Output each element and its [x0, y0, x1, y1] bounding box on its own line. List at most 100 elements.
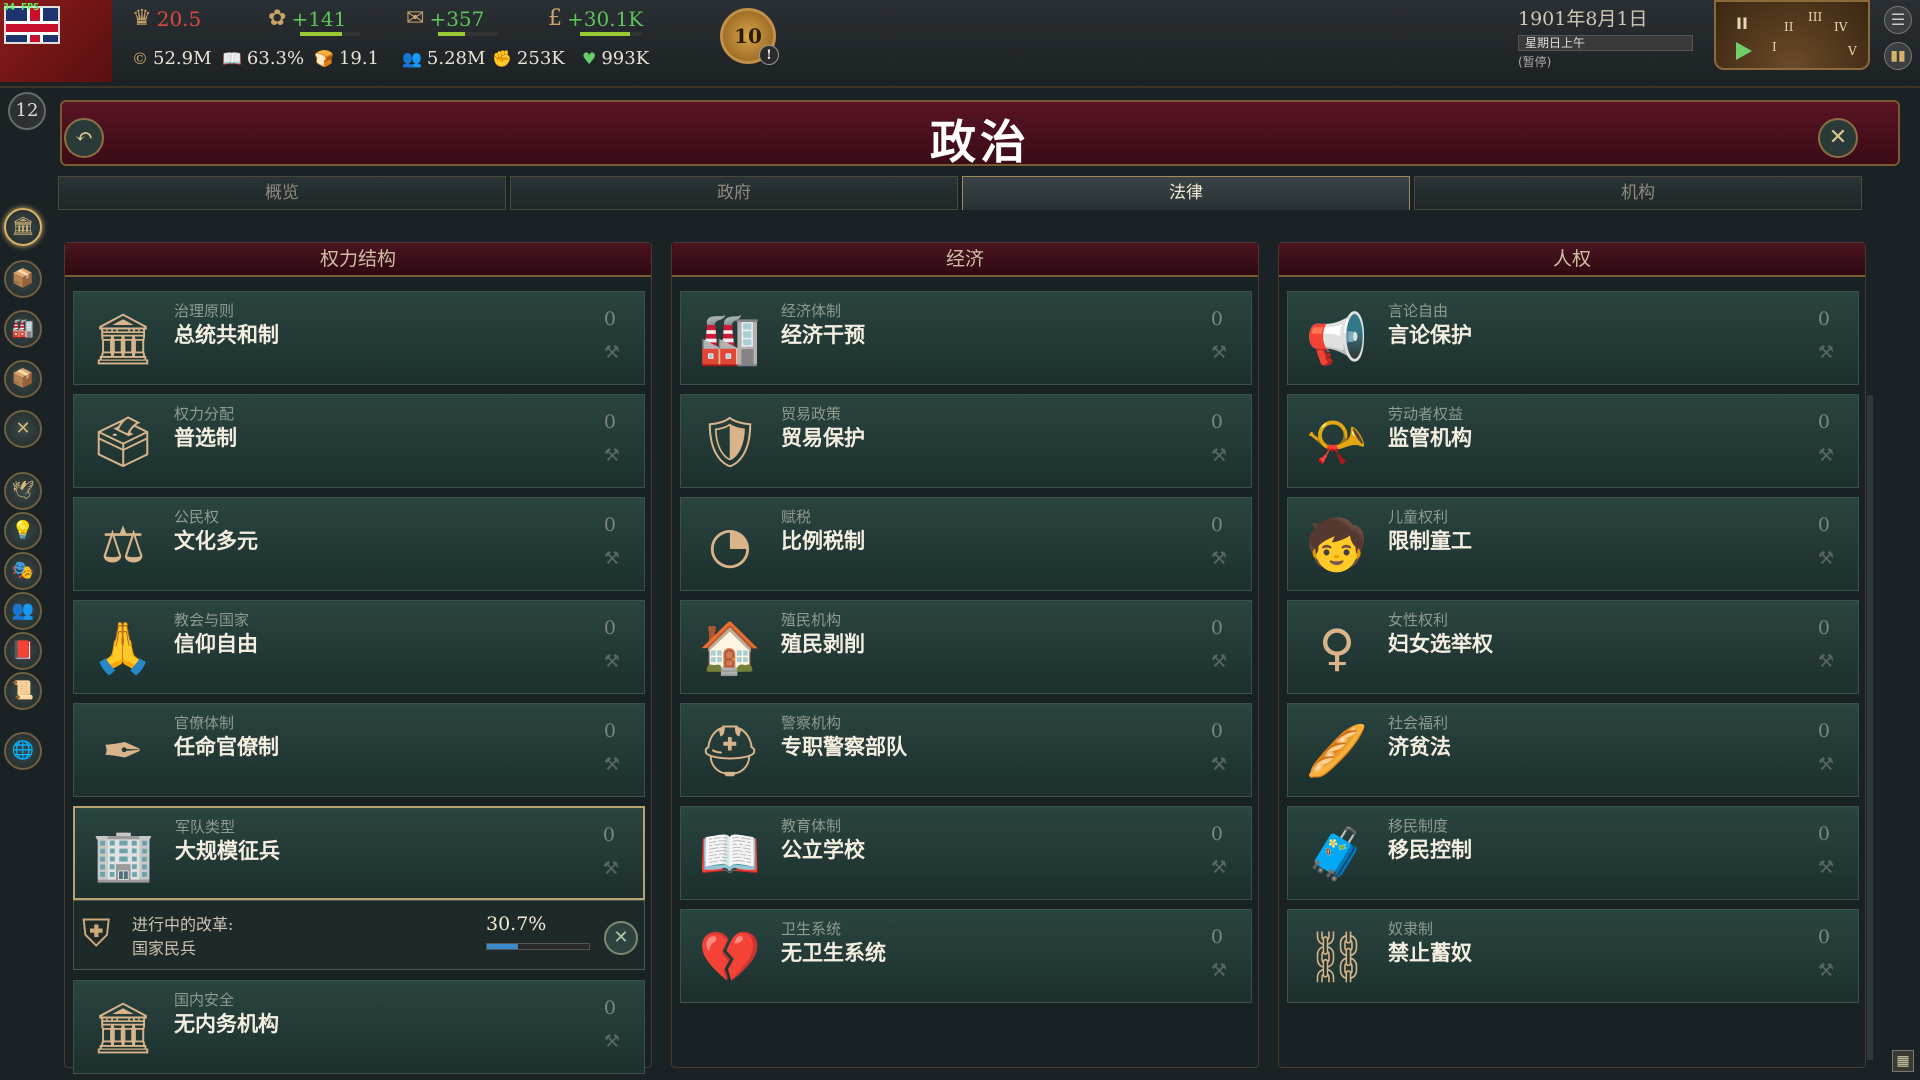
sol-icon: 🍞: [314, 49, 334, 68]
law-category: 殖民机构: [781, 611, 842, 629]
prestige-icon: ♛: [132, 6, 152, 31]
interest-group-icon: ⚒: [603, 1031, 620, 1052]
population-nav-icon[interactable]: 👥: [4, 592, 42, 630]
law-card[interactable]: 📢 言论自由 言论保护 0 ⚒: [1287, 291, 1859, 385]
law-card[interactable]: 🙏 教会与国家 信仰自由 0 ⚒: [73, 600, 645, 694]
legitimacy-stat[interactable]: ♥ 993K: [582, 48, 649, 69]
military-icon[interactable]: ✕: [4, 410, 42, 448]
law-card[interactable]: 🏭 经济体制 经济干预 0 ⚒: [680, 291, 1252, 385]
politics-icon[interactable]: 🎭: [4, 552, 42, 590]
temple-icon: 🏛: [91, 998, 155, 1057]
law-category: 贸易政策: [781, 405, 842, 423]
treasury-stat[interactable]: £ +30.1K: [548, 6, 643, 31]
back-button[interactable]: ↶: [64, 118, 104, 158]
date-display: 1901年8月1日 星期日上午 (暂停): [1518, 4, 1693, 70]
column-header: 经济: [672, 243, 1258, 277]
law-support-count: 0: [603, 411, 616, 433]
law-card[interactable]: 🗳 权力分配 普选制 0 ⚒: [73, 394, 645, 488]
outliner-icon[interactable]: ▦: [1892, 1050, 1914, 1072]
technology-icon[interactable]: 💡: [4, 512, 42, 550]
economy-column: 经济 🏭 经济体制 经济干预 0 ⚒ 🛡 贸易政策 贸易保护 0 ⚒ ◔ 赋税 比例税制 0 ⚒ 🏠 殖民机构 殖民…: [671, 242, 1259, 1068]
prestige-stat[interactable]: ♛ 20.5: [132, 6, 201, 31]
law-card[interactable]: 🥖 社会福利 济贫法 0 ⚒: [1287, 703, 1859, 797]
law-card[interactable]: ♀ 女性权利 妇女选举权 0 ⚒: [1287, 600, 1859, 694]
bureaucracy-stat[interactable]: ✉ +357: [406, 6, 484, 31]
tab-government[interactable]: 政府: [510, 176, 958, 210]
law-card[interactable]: 🏠 殖民机构 殖民剥削 0 ⚒: [680, 600, 1252, 694]
law-card[interactable]: 💔 卫生系统 无卫生系统 0 ⚒: [680, 909, 1252, 1003]
bureaucracy-bar: [438, 32, 498, 36]
law-category: 官僚体制: [174, 714, 235, 732]
sol-stat[interactable]: 🍞 19.1: [314, 48, 379, 69]
law-support-count: 0: [603, 997, 616, 1019]
diplomacy-icon[interactable]: 🕊: [4, 472, 42, 510]
law-card[interactable]: ⚖ 公民权 文化多元 0 ⚒: [73, 497, 645, 591]
law-category: 卫生系统: [781, 920, 842, 938]
law-name: 比例税制: [781, 528, 865, 553]
law-support-count: 0: [603, 308, 616, 330]
world-icon[interactable]: 🌐: [4, 732, 42, 770]
law-name: 信仰自由: [174, 631, 258, 656]
gdp-stat[interactable]: © 52.9M: [132, 48, 212, 69]
law-card[interactable]: ◔ 赋税 比例税制 0 ⚒: [680, 497, 1252, 591]
law-category: 劳动者权益: [1388, 405, 1464, 423]
law-name: 移民控制: [1388, 837, 1472, 862]
level-badge[interactable]: 12: [8, 92, 46, 130]
journal-icon[interactable]: 📕: [4, 632, 42, 670]
law-card[interactable]: 🧒 儿童权利 限制童工 0 ⚒: [1287, 497, 1859, 591]
tab-laws[interactable]: 法律: [962, 176, 1410, 210]
law-card[interactable]: 🏛 治理原则 总统共和制 0 ⚒: [73, 291, 645, 385]
close-button[interactable]: ✕: [1818, 118, 1858, 158]
population-stat[interactable]: 👥 5.28M: [402, 48, 485, 69]
influence-icon: ✿: [268, 6, 287, 31]
female-symbol-icon: ♀: [1318, 619, 1356, 677]
law-card[interactable]: 📯 劳动者权益 监管机构 0 ⚒: [1287, 394, 1859, 488]
menu-icon[interactable]: ☰: [1884, 6, 1912, 34]
play-icon[interactable]: [1736, 42, 1752, 60]
law-support-count: 0: [1817, 411, 1830, 433]
close-icon: ✕: [1828, 125, 1848, 150]
law-card[interactable]: 📖 教育体制 公立学校 0 ⚒: [680, 806, 1252, 900]
industry-icon[interactable]: 🏭: [4, 310, 42, 348]
ledger-icon[interactable]: 📜: [4, 672, 42, 710]
law-support-count: 0: [1210, 617, 1223, 639]
law-card[interactable]: 🛡 贸易政策 贸易保护 0 ⚒: [680, 394, 1252, 488]
market-icon[interactable]: 📦: [4, 360, 42, 398]
goal-medal[interactable]: 10!: [720, 8, 779, 65]
law-card[interactable]: 🏛 国内安全 无内务机构 0 ⚒: [73, 980, 645, 1074]
quill-icon: ✒: [102, 722, 144, 780]
encyclopedia-icon[interactable]: ▮▮: [1884, 42, 1912, 70]
law-category: 军队类型: [175, 818, 236, 836]
law-card[interactable]: ✒ 官僚体制 任命官僚制 0 ⚒: [73, 703, 645, 797]
law-category: 女性权利: [1388, 611, 1449, 629]
interest-group-icon: ⚒: [603, 342, 620, 363]
law-category: 教会与国家: [174, 611, 250, 629]
interest-group-icon: ⚒: [1817, 445, 1834, 466]
reform-shield-icon: ⛨: [82, 911, 111, 955]
law-name: 殖民剥削: [781, 631, 865, 656]
influence-stat[interactable]: ✿ +141: [268, 6, 346, 31]
tab-institutions[interactable]: 机构: [1414, 176, 1862, 210]
government-icon[interactable]: 🏛: [4, 208, 42, 246]
speed-clock[interactable]: II I II III IV V: [1714, 0, 1870, 70]
literacy-stat[interactable]: 📖 63.3%: [222, 48, 304, 69]
tab-bar: 概览 政府 法律 机构: [58, 176, 1866, 210]
active-reform[interactable]: ⛨ 进行中的改革: 国家民兵 30.7% ✕: [73, 900, 645, 970]
law-card[interactable]: 🏢 军队类型 大规模征兵 0 ⚒: [73, 806, 645, 900]
law-card[interactable]: ⛑ 警察机构 专职警察部队 0 ⚒: [680, 703, 1252, 797]
bread-icon: 🥖: [1305, 721, 1369, 780]
tab-overview[interactable]: 概览: [58, 176, 506, 210]
economy-icon[interactable]: 📦: [4, 260, 42, 298]
cancel-reform-button[interactable]: ✕: [604, 921, 638, 955]
law-card[interactable]: 🧳 移民制度 移民控制 0 ⚒: [1287, 806, 1859, 900]
factory-icon: 🏭: [698, 309, 762, 368]
scrollbar[interactable]: [1867, 395, 1873, 1060]
interest-group-icon: ⚒: [1210, 445, 1227, 466]
law-card[interactable]: ⛓ 奴隶制 禁止蓄奴 0 ⚒: [1287, 909, 1859, 1003]
pause-button[interactable]: II: [1736, 14, 1748, 33]
law-support-count: 0: [1817, 617, 1830, 639]
army-stat[interactable]: ✊ 253K: [492, 48, 565, 69]
law-support-count: 0: [1210, 411, 1223, 433]
law-name: 禁止蓄奴: [1388, 940, 1472, 965]
interest-group-icon: ⚒: [1817, 960, 1834, 981]
